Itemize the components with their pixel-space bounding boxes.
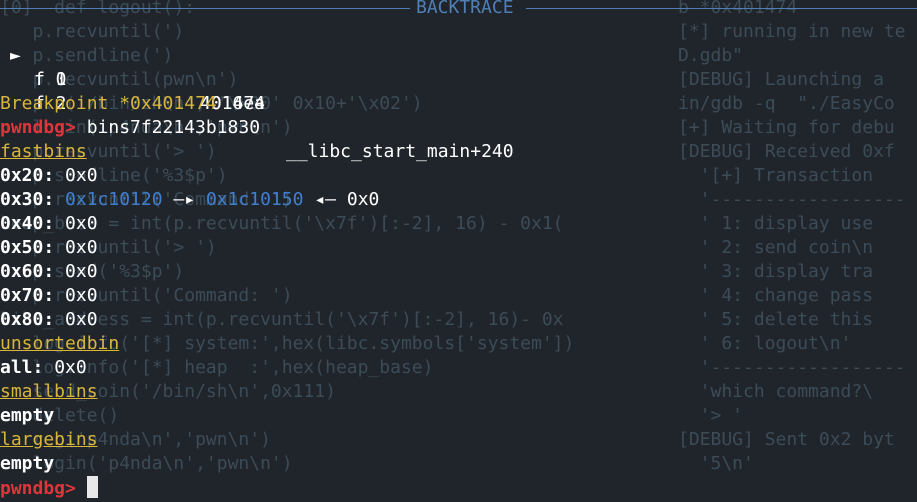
bin-size: 0x70:	[0, 285, 55, 306]
backtrace-frame-1: f 1 4016ea	[0, 44, 265, 114]
smallbins-header: smallbins	[0, 381, 98, 402]
text-cursor[interactable]	[86, 476, 98, 498]
fastbin-entry-chain: 0x30: 0x1c10120 —▸ 0x1c10150 ◂— 0x0	[0, 188, 379, 212]
frame-symbol: __libc_start_main+240	[286, 141, 514, 162]
bin-value: 0x0	[65, 213, 98, 234]
bin-size: 0x30:	[0, 189, 55, 210]
arrow-right-icon: —▸	[173, 189, 196, 210]
bin-value: 0x0	[65, 165, 98, 186]
bin-size: 0x60:	[0, 261, 55, 282]
frame-address: 7f22143b1830	[130, 117, 261, 138]
unsortedbin-entry: all: 0x0	[0, 356, 87, 380]
fastbins-header: fastbins	[0, 141, 87, 162]
breakpoint-line: Breakpoint *0x401474	[0, 93, 217, 114]
bin-value: 0x0	[65, 237, 98, 258]
fastbin-entry: 0x60: 0x0	[0, 260, 98, 284]
backtrace-frame-2: f 2 7f22143b1830 __libc_start_main+240	[0, 68, 514, 162]
prompt-label: pwndbg>	[0, 478, 76, 499]
chunk-pointer: 0x1c10120	[65, 189, 163, 210]
bin-value: 0x0	[54, 357, 87, 378]
backtrace-title: BACKTRACE	[416, 0, 514, 18]
bin-value: 0x0	[65, 261, 98, 282]
fastbin-entry: 0x40: 0x0	[0, 212, 98, 236]
arrow-left-icon: ◂—	[314, 189, 337, 210]
smallbins-value: empty	[0, 405, 55, 426]
bin-size: 0x50:	[0, 237, 55, 258]
fastbin-entry: 0x50: 0x0	[0, 236, 98, 260]
backtrace-frame-0: ► f 0 401474	[0, 20, 265, 114]
backtrace-rule-left	[0, 8, 410, 9]
fastbin-entry: 0x20: 0x0	[0, 164, 98, 188]
bin-size: 0x80:	[0, 309, 55, 330]
command-text: bins	[86, 117, 131, 138]
backtrace-rule-right	[526, 8, 917, 9]
unsortedbin-header: unsortedbin	[0, 333, 120, 354]
chunk-pointer: 0x1c10150	[205, 189, 304, 210]
command-line: pwndbg> bins	[0, 116, 130, 140]
bin-value: 0x0	[65, 309, 98, 330]
input-line[interactable]: pwndbg>	[0, 476, 98, 500]
largebins-value: empty	[0, 453, 55, 474]
fastbin-entry: 0x80: 0x0	[0, 308, 98, 332]
bin-size: 0x40:	[0, 213, 55, 234]
bin-label: all:	[0, 357, 44, 378]
pwndbg-terminal[interactable]: BACKTRACE ► f 0 401474 f 1 4016ea f 2 7f…	[0, 0, 917, 502]
fastbin-entry: 0x70: 0x0	[0, 284, 98, 308]
bin-value: 0x0	[346, 189, 380, 210]
largebins-header: largebins	[0, 429, 98, 450]
prompt-label: pwndbg>	[0, 117, 76, 138]
bin-size: 0x20:	[0, 165, 55, 186]
bin-value: 0x0	[65, 285, 98, 306]
